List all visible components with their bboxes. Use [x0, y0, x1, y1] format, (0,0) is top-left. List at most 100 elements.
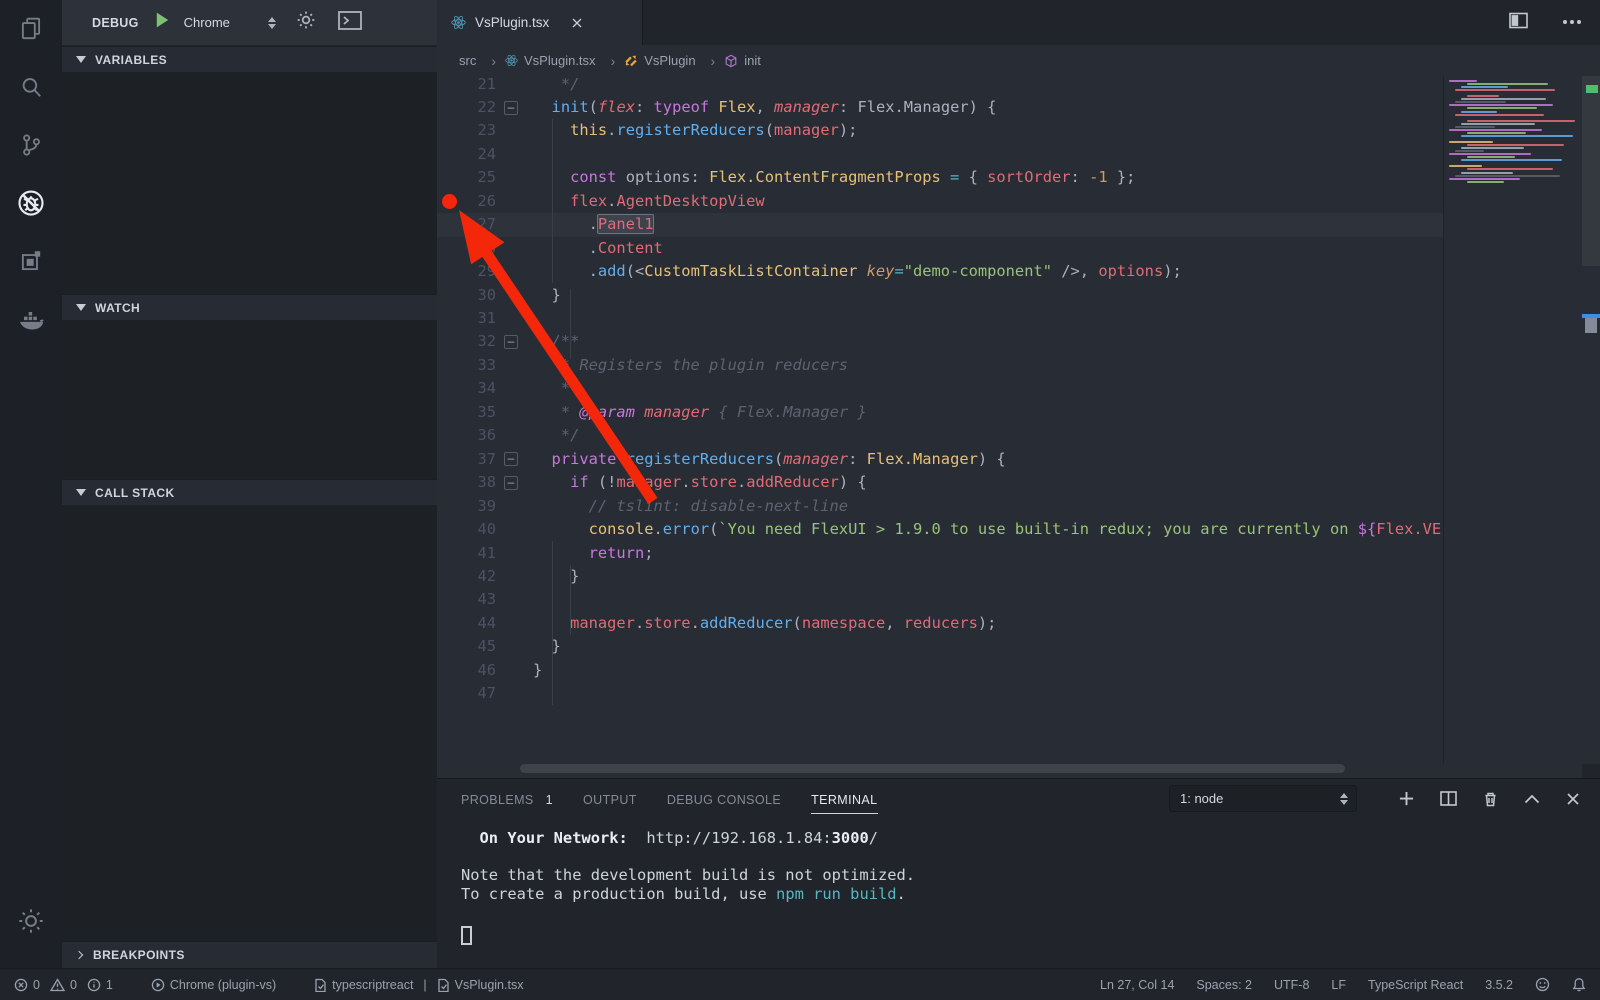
start-debug-button[interactable]	[155, 12, 170, 33]
breadcrumb-file[interactable]: VsPlugin.tsx	[505, 53, 624, 69]
tab-problems[interactable]: PROBLEMS 1	[461, 785, 553, 813]
breakpoint-margin[interactable]	[437, 424, 464, 447]
debug-console-icon[interactable]	[338, 11, 362, 35]
lint-status-b[interactable]: VsPlugin.tsx	[437, 978, 524, 992]
close-icon[interactable]	[571, 17, 583, 29]
breakpoint-margin[interactable]	[437, 401, 464, 424]
fold-column[interactable]: –	[496, 96, 526, 119]
breakpoint-margin[interactable]	[437, 307, 464, 330]
code-line-21[interactable]: 21 */	[437, 76, 1443, 96]
explorer-icon[interactable]	[0, 0, 62, 58]
code-line-44[interactable]: 44 manager.store.addReducer(namespace, r…	[437, 612, 1443, 635]
code-line-24[interactable]: 24	[437, 143, 1443, 166]
breakpoint-margin[interactable]	[437, 237, 464, 260]
breakpoint-margin[interactable]	[437, 76, 464, 96]
breakpoint-margin[interactable]	[437, 448, 464, 471]
settings-gear-icon[interactable]	[0, 892, 62, 950]
code-line-38[interactable]: 38– if (!manager.store.addReducer) {	[437, 471, 1443, 494]
indentation-status[interactable]: Spaces: 2	[1196, 978, 1252, 992]
code-line-31[interactable]: 31	[437, 307, 1443, 330]
breakpoint-margin[interactable]	[437, 588, 464, 611]
new-terminal-icon[interactable]	[1399, 791, 1414, 806]
code-line-28[interactable]: 28 .Content	[437, 237, 1443, 260]
breakpoint-margin[interactable]	[437, 213, 464, 236]
section-header-breakpoints[interactable]: BREAKPOINTS	[62, 941, 437, 968]
debug-target-status[interactable]: Chrome (plugin-vs)	[151, 978, 276, 992]
code-line-35[interactable]: 35 * @param manager { Flex.Manager }	[437, 401, 1443, 424]
fold-icon[interactable]: –	[504, 476, 518, 490]
code-line-26[interactable]: 26 flex.AgentDesktopView	[437, 190, 1443, 213]
watch-body[interactable]	[62, 320, 437, 479]
breakpoint-margin[interactable]	[437, 354, 464, 377]
kill-terminal-icon[interactable]	[1483, 791, 1498, 807]
editor-scrollbar[interactable]	[1582, 76, 1600, 764]
breakpoint-margin[interactable]	[437, 471, 464, 494]
breakpoint-margin[interactable]	[437, 635, 464, 658]
code-line-39[interactable]: 39 // tslint: disable-next-line	[437, 495, 1443, 518]
code-line-23[interactable]: 23 this.registerReducers(manager);	[437, 119, 1443, 142]
ts-version-status[interactable]: 3.5.2	[1485, 978, 1513, 992]
fold-icon[interactable]: –	[504, 452, 518, 466]
maximize-panel-icon[interactable]	[1524, 794, 1540, 804]
tab-vsplugin[interactable]: VsPlugin.tsx	[437, 0, 643, 45]
breakpoint-margin[interactable]	[437, 565, 464, 588]
split-terminal-icon[interactable]	[1440, 791, 1457, 806]
breakpoint-dot[interactable]	[442, 194, 457, 209]
callstack-body[interactable]	[62, 505, 437, 941]
terminal-select[interactable]: 1: node	[1169, 785, 1357, 812]
debug-icon[interactable]	[0, 174, 62, 232]
docker-icon[interactable]	[0, 290, 62, 348]
breadcrumb-src[interactable]: src	[459, 53, 505, 69]
breakpoint-margin[interactable]	[437, 682, 464, 705]
tab-debug-console[interactable]: DEBUG CONSOLE	[667, 785, 781, 813]
notifications-bell-icon[interactable]	[1572, 977, 1586, 992]
fold-column[interactable]: –	[496, 471, 526, 494]
breakpoint-margin[interactable]	[437, 612, 464, 635]
code-line-36[interactable]: 36 */	[437, 424, 1443, 447]
breakpoint-margin[interactable]	[437, 143, 464, 166]
close-panel-icon[interactable]	[1566, 792, 1580, 806]
lint-status-a[interactable]: typescriptreact	[314, 978, 413, 992]
scrollbar-thumb[interactable]	[1582, 76, 1600, 266]
extensions-icon[interactable]	[0, 232, 62, 290]
variables-body[interactable]	[62, 72, 437, 294]
section-header-variables[interactable]: VARIABLES	[62, 46, 437, 72]
breakpoint-margin[interactable]	[437, 96, 464, 119]
tab-terminal[interactable]: TERMINAL	[811, 785, 877, 814]
code-line-40[interactable]: 40 console.error(`You need FlexUI > 1.9.…	[437, 518, 1443, 541]
debug-config-dropdown-icon[interactable]	[268, 17, 276, 29]
breakpoint-margin[interactable]	[437, 260, 464, 283]
breakpoint-margin[interactable]	[437, 659, 464, 682]
split-editor-icon[interactable]	[1509, 12, 1528, 34]
minimap[interactable]	[1443, 76, 1582, 764]
section-header-watch[interactable]: WATCH	[62, 294, 437, 320]
breakpoint-margin[interactable]	[437, 166, 464, 189]
code-line-46[interactable]: 46}	[437, 659, 1443, 682]
code-line-42[interactable]: 42 }	[437, 565, 1443, 588]
language-mode-status[interactable]: TypeScript React	[1368, 978, 1463, 992]
code-line-33[interactable]: 33 * Registers the plugin reducers	[437, 354, 1443, 377]
code-line-43[interactable]: 43	[437, 588, 1443, 611]
code-line-30[interactable]: 30 }	[437, 284, 1443, 307]
eol-status[interactable]: LF	[1331, 978, 1346, 992]
code-line-27[interactable]: 27 .Panel1	[437, 213, 1443, 236]
code-line-45[interactable]: 45 }	[437, 635, 1443, 658]
code-line-29[interactable]: 29 .add(<CustomTaskListContainer key="de…	[437, 260, 1443, 283]
fold-icon[interactable]: –	[504, 101, 518, 115]
breadcrumb-method[interactable]: init	[724, 53, 761, 68]
source-control-icon[interactable]	[0, 116, 62, 174]
horizontal-scrollbar[interactable]	[520, 764, 1345, 773]
fold-column[interactable]: –	[496, 330, 526, 353]
code-line-47[interactable]: 47	[437, 682, 1443, 705]
tab-output[interactable]: OUTPUT	[583, 785, 637, 813]
fold-icon[interactable]: –	[504, 335, 518, 349]
code-line-25[interactable]: 25 const options: Flex.ContentFragmentPr…	[437, 166, 1443, 189]
encoding-status[interactable]: UTF-8	[1274, 978, 1309, 992]
warnings-status[interactable]: 0	[50, 978, 77, 992]
more-actions-icon[interactable]	[1562, 12, 1582, 34]
code-line-41[interactable]: 41 return;	[437, 542, 1443, 565]
fold-column[interactable]: –	[496, 448, 526, 471]
section-header-callstack[interactable]: CALL STACK	[62, 479, 437, 505]
breadcrumb-class[interactable]: VsPlugin	[624, 53, 724, 69]
debug-settings-gear-icon[interactable]	[296, 10, 316, 35]
